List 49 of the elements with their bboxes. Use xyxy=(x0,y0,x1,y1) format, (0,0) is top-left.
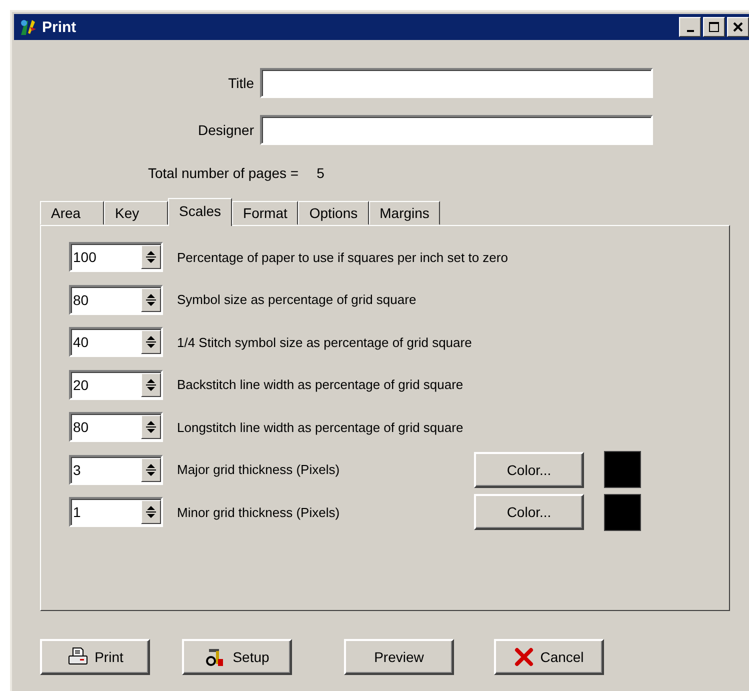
spin-arrows-icon[interactable] xyxy=(141,415,161,439)
setting-label: Minor grid thickness (Pixels) xyxy=(177,504,340,520)
color-button[interactable]: Color... xyxy=(474,494,584,530)
spin-arrows-icon[interactable] xyxy=(141,330,161,354)
spin-field[interactable]: 1 xyxy=(69,497,163,527)
setting-label: Major grid thickness (Pixels) xyxy=(177,462,340,477)
spin-arrows-icon[interactable] xyxy=(141,245,161,269)
setting-label: Symbol size as percentage of grid square xyxy=(177,292,416,307)
pages-count: 5 xyxy=(316,165,324,181)
spin-field[interactable]: 20 xyxy=(69,370,163,400)
setting-label: Backstitch line width as percentage of grid square xyxy=(177,377,464,392)
spin-field[interactable]: 80 xyxy=(69,412,163,442)
minimize-button[interactable] xyxy=(679,17,701,37)
dialog-button[interactable]: Setup xyxy=(182,639,292,675)
cross-icon xyxy=(514,647,534,667)
tab[interactable]: Key xyxy=(104,201,168,225)
setting-label: Percentage of paper to use if squares per inch set to zero xyxy=(177,250,508,264)
tab[interactable]: Format xyxy=(232,201,298,225)
pages-label: Total number of pages = xyxy=(148,165,299,181)
tab[interactable]: Scales xyxy=(168,198,232,226)
spin-field[interactable]: 40 xyxy=(69,327,163,357)
spin-arrows-icon[interactable] xyxy=(141,288,161,312)
close-button[interactable] xyxy=(727,17,749,37)
text-field[interactable] xyxy=(260,115,653,145)
tab[interactable]: Margins xyxy=(368,201,440,225)
maximize-button[interactable] xyxy=(703,17,725,37)
text-field[interactable] xyxy=(260,68,653,98)
dialog-button[interactable]: Preview xyxy=(344,639,454,675)
spin-field[interactable]: 100 xyxy=(69,242,163,272)
setting-label: 1/4 Stitch symbol size as percentage of grid square xyxy=(177,334,472,350)
app-icon xyxy=(18,17,38,37)
window-title: Print xyxy=(42,18,78,36)
spin-arrows-icon[interactable] xyxy=(141,500,161,524)
color-button[interactable]: Color... xyxy=(474,452,584,488)
maximize-icon xyxy=(708,21,720,33)
spin-arrows-icon[interactable] xyxy=(141,458,161,482)
tab[interactable]: Options xyxy=(298,201,369,225)
minimize-icon xyxy=(686,30,694,32)
dialog-button[interactable]: Cancel xyxy=(494,639,604,675)
printer-icon xyxy=(66,647,89,667)
dialog-button[interactable]: Print xyxy=(40,639,150,675)
field-label: Title xyxy=(227,75,255,91)
close-icon xyxy=(732,21,744,33)
spin-arrows-icon[interactable] xyxy=(141,372,161,396)
spin-field[interactable]: 80 xyxy=(69,284,163,314)
field-label: Designer xyxy=(196,122,255,138)
setting-label: Longstitch line width as percentage of grid square xyxy=(177,420,464,434)
tab[interactable]: Area xyxy=(40,201,104,225)
spin-field[interactable]: 3 xyxy=(69,454,163,484)
